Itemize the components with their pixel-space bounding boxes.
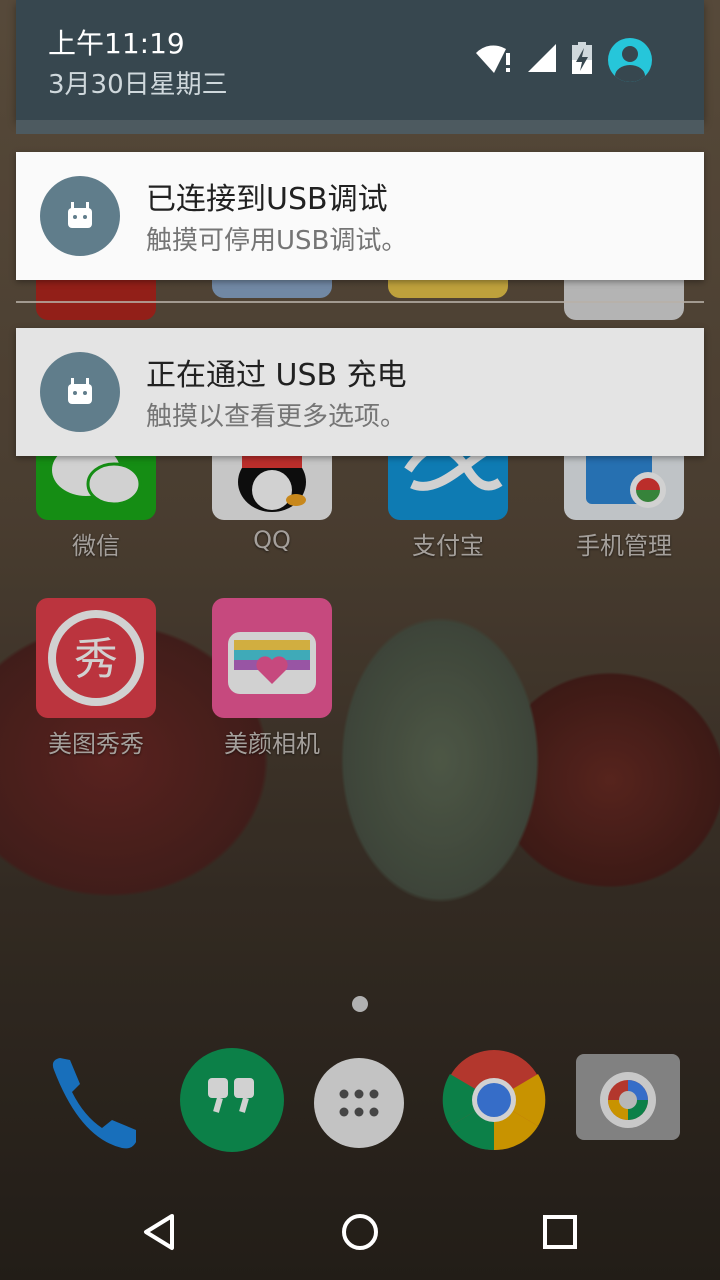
navigation-bar [0,1184,720,1280]
wifi-alert-icon [476,43,512,77]
battery-charging-icon [572,42,592,78]
android-debug-icon [40,176,120,256]
recents-icon[interactable] [522,1194,598,1270]
status-icons [476,38,652,82]
notification-divider [16,301,704,303]
notification-title: 已连接到USB调试 [146,182,388,217]
date[interactable]: 3月30日星期三 [48,64,228,101]
home-icon[interactable] [322,1194,398,1270]
android-usb-icon [40,352,120,432]
notification-text: 触摸以查看更多选项。 [146,402,407,432]
user-avatar-icon[interactable] [608,38,652,82]
clock: 上午11:19 [48,27,185,60]
notification-title: 正在通过 USB 充电 [146,358,407,393]
quick-settings-handle[interactable] [16,120,704,134]
signal-icon [528,44,556,76]
notification-text: 触摸可停用USB调试。 [146,226,408,256]
quick-settings-header[interactable]: 上午11:19 3月30日星期三 [16,0,704,120]
notification-usb-debugging[interactable]: 已连接到USB调试 触摸可停用USB调试。 [16,152,704,280]
notification-usb-charging[interactable]: 正在通过 USB 充电 触摸以查看更多选项。 [16,328,704,456]
back-icon[interactable] [122,1194,198,1270]
